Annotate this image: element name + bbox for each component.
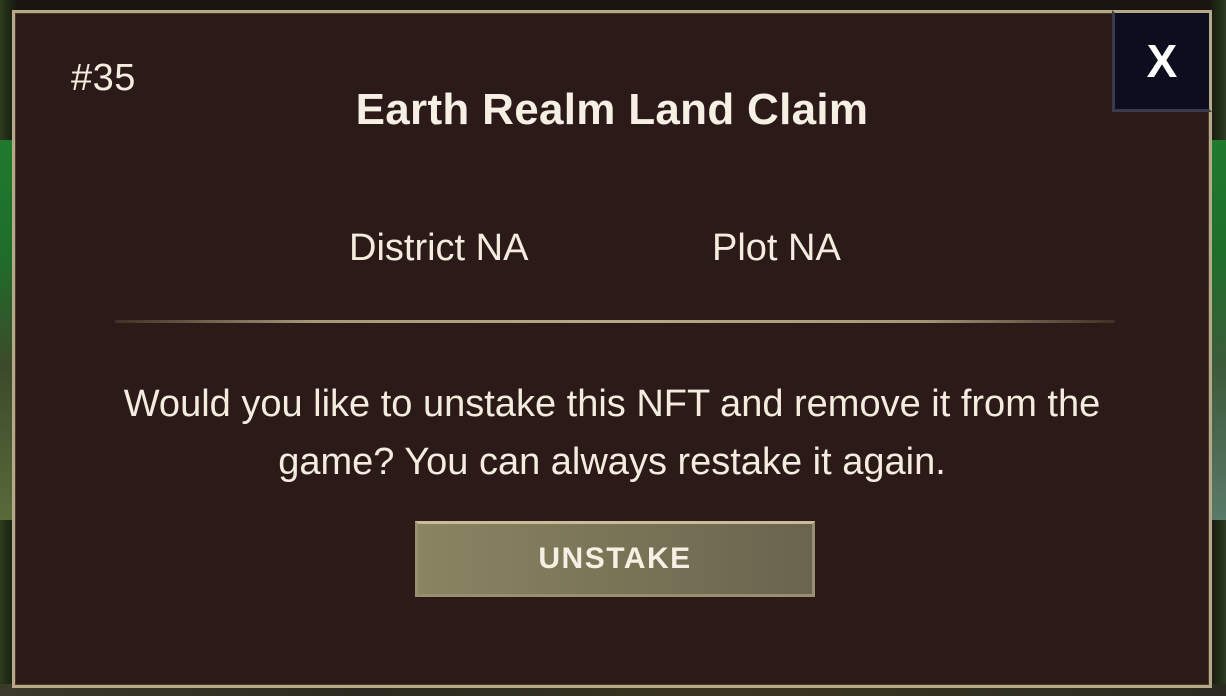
land-info-row: District NA Plot NA (15, 227, 1209, 277)
unstake-modal: #35 X Earth Realm Land Claim District NA… (12, 10, 1212, 688)
district-label: District NA (349, 227, 529, 269)
unstake-button[interactable]: UNSTAKE (415, 521, 815, 597)
unstake-button-label: UNSTAKE (538, 542, 692, 575)
confirmation-message: Would you like to unstake this NFT and r… (123, 383, 1101, 483)
close-icon: X (1146, 35, 1178, 87)
plot-label: Plot NA (712, 227, 841, 269)
background-card-right (1210, 140, 1226, 520)
divider (115, 320, 1115, 323)
modal-title: Earth Realm Land Claim (355, 85, 869, 134)
